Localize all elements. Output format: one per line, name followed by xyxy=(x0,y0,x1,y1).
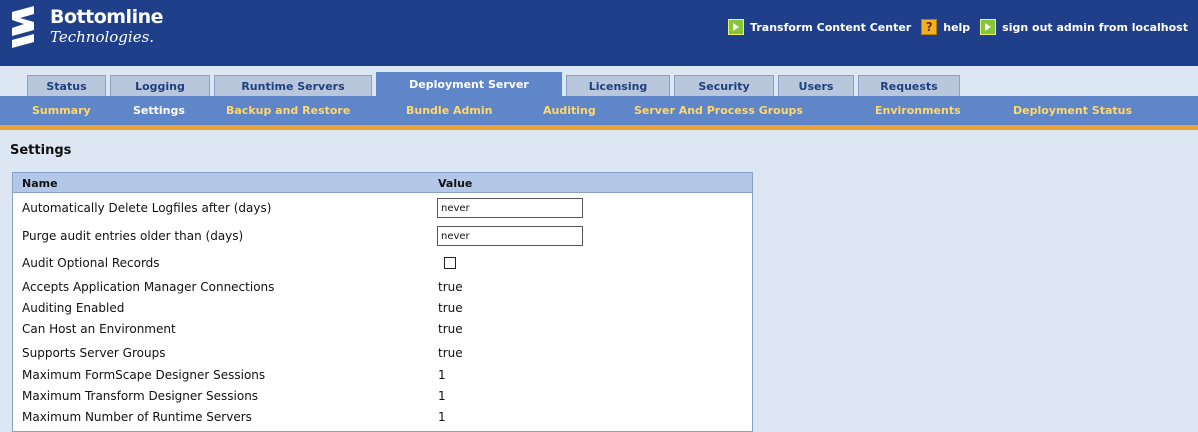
page-title: Settings xyxy=(10,143,72,158)
setting-name: Automatically Delete Logfiles after (day… xyxy=(22,201,272,215)
subnav-environments[interactable]: Environments xyxy=(875,104,961,117)
delete-logfiles-days-input[interactable] xyxy=(437,198,583,218)
column-header-name: Name xyxy=(22,177,58,190)
brand-subtitle: Technologies. xyxy=(50,28,155,46)
column-header-value: Value xyxy=(438,177,473,190)
purge-audit-days-input[interactable] xyxy=(437,226,583,246)
arrow-icon[interactable] xyxy=(980,19,997,35)
setting-name: Maximum Transform Designer Sessions xyxy=(22,389,259,403)
help-link[interactable]: help xyxy=(943,21,970,34)
main-tabs: Status Logging Runtime Servers Deploymen… xyxy=(0,66,1198,96)
subnav-bundle-admin[interactable]: Bundle Admin xyxy=(406,104,492,117)
tab-requests[interactable]: Requests xyxy=(858,75,960,96)
sub-nav: Summary Settings Backup and Restore Bund… xyxy=(0,96,1198,125)
transform-content-center-link[interactable]: Transform Content Center xyxy=(750,21,911,34)
subnav-backup-and-restore[interactable]: Backup and Restore xyxy=(226,104,350,117)
setting-value: true xyxy=(438,346,463,360)
setting-name: Audit Optional Records xyxy=(22,256,160,270)
subnav-deployment-status[interactable]: Deployment Status xyxy=(1013,104,1132,117)
setting-value: true xyxy=(438,322,463,336)
tab-runtime-servers[interactable]: Runtime Servers xyxy=(214,75,372,96)
setting-name: Can Host an Environment xyxy=(22,322,176,336)
tab-status[interactable]: Status xyxy=(27,75,106,96)
setting-value: true xyxy=(438,301,463,315)
tab-logging[interactable]: Logging xyxy=(110,75,210,96)
tab-users[interactable]: Users xyxy=(778,75,854,96)
setting-name: Purge audit entries older than (days) xyxy=(22,229,244,243)
setting-value: 1 xyxy=(438,368,446,382)
app-header: Bottomline Technologies. Transform Conte… xyxy=(0,0,1198,66)
arrow-icon[interactable] xyxy=(728,19,745,35)
setting-name: Maximum FormScape Designer Sessions xyxy=(22,368,266,382)
tab-licensing[interactable]: Licensing xyxy=(566,75,670,96)
subnav-settings[interactable]: Settings xyxy=(133,104,185,117)
table-header: Name Value xyxy=(13,173,752,193)
setting-name: Supports Server Groups xyxy=(22,346,166,360)
setting-value: 1 xyxy=(438,410,446,424)
setting-value: 1 xyxy=(438,389,446,403)
subnav-auditing[interactable]: Auditing xyxy=(543,104,596,117)
bottomline-logo-icon xyxy=(12,6,34,48)
sign-out-link[interactable]: sign out admin from localhost xyxy=(1002,21,1188,34)
audit-optional-records-checkbox[interactable] xyxy=(444,257,456,269)
setting-name: Accepts Application Manager Connections xyxy=(22,280,275,294)
tab-deployment-server[interactable]: Deployment Server xyxy=(376,72,562,96)
settings-table: Name Value Automatically Delete Logfiles… xyxy=(12,172,753,432)
help-icon[interactable]: ? xyxy=(921,19,938,35)
setting-value: true xyxy=(438,280,463,294)
top-links: Transform Content Center ? help sign out… xyxy=(728,19,1188,35)
subnav-summary[interactable]: Summary xyxy=(32,104,91,117)
accent-bar xyxy=(0,125,1198,130)
setting-name: Maximum Number of Runtime Servers xyxy=(22,410,252,424)
brand-name: Bottomline xyxy=(50,6,164,28)
setting-name: Auditing Enabled xyxy=(22,301,125,315)
brand: Bottomline Technologies. xyxy=(50,6,164,46)
subnav-server-and-process-groups[interactable]: Server And Process Groups xyxy=(634,104,803,117)
tab-security[interactable]: Security xyxy=(674,75,774,96)
